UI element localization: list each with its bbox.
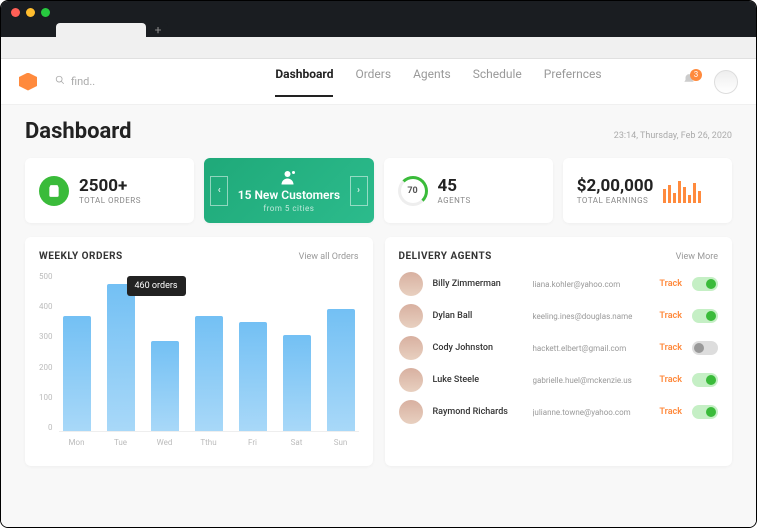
zoom-dot[interactable]	[41, 8, 50, 17]
timestamp: 23:14, Thursday, Feb 26, 2020	[614, 131, 732, 141]
nav-preferences[interactable]: Prefernces	[544, 67, 602, 97]
chart-y-axis: 5004003002001000	[39, 272, 59, 452]
view-all-orders-link[interactable]: View all Orders	[299, 252, 359, 262]
agent-toggle[interactable]	[692, 373, 718, 387]
card-agents: 70 45 AGENTS	[384, 158, 553, 223]
delivery-title: DELIVERY AGENTS	[399, 251, 492, 262]
earnings-sparkline	[663, 179, 701, 203]
search-input[interactable]: find..	[55, 75, 195, 88]
chart-bars: 460 orders MonTueWedTthuFriSatSun	[59, 272, 359, 432]
notification-badge: 3	[690, 69, 702, 81]
browser-tab[interactable]	[56, 23, 146, 37]
card-earnings: $2,00,000 TOTAL EARNINGS	[563, 158, 732, 223]
chart-bar[interactable]: Fri	[235, 322, 271, 431]
close-dot[interactable]	[11, 8, 20, 17]
earnings-value: $2,00,000	[577, 176, 654, 196]
agent-avatar[interactable]	[399, 368, 423, 392]
nav-links: Dashboard Orders Agents Schedule Prefern…	[275, 67, 601, 97]
chevron-left-icon[interactable]: ‹	[210, 176, 228, 206]
agent-email: julianne.towne@yahoo.com	[533, 408, 650, 417]
card-total-orders: 2500+ TOTAL ORDERS	[25, 158, 194, 223]
agent-name: Billy Zimmerman	[433, 279, 523, 289]
orders-value: 2500+	[79, 176, 141, 196]
agent-toggle[interactable]	[692, 277, 718, 291]
minimize-dot[interactable]	[26, 8, 35, 17]
top-nav: find.. Dashboard Orders Agents Schedule …	[1, 59, 756, 105]
agent-name: Dylan Ball	[433, 311, 523, 321]
chart-x-label: Fri	[248, 438, 257, 447]
logo-icon[interactable]	[19, 73, 37, 91]
chart-bar[interactable]: Tue	[103, 284, 139, 431]
chart-x-label: Tthu	[200, 438, 216, 447]
delivery-agents-panel: DELIVERY AGENTS View More Billy Zimmerma…	[385, 237, 733, 466]
chart-x-label: Tue	[114, 438, 127, 447]
user-avatar[interactable]	[714, 70, 738, 94]
chart-bar[interactable]: Mon	[59, 316, 95, 431]
agent-row: Billy Zimmerman liana.kohler@yahoo.com Tra…	[399, 272, 719, 296]
weekly-orders-panel: WEEKLY ORDERS View all Orders 5004003002…	[25, 237, 373, 466]
agent-email: liana.kohler@yahoo.com	[533, 280, 650, 289]
chart-x-label: Mon	[69, 438, 85, 447]
agent-avatar[interactable]	[399, 400, 423, 424]
orders-label: TOTAL ORDERS	[79, 196, 141, 205]
agent-name: Luke Steele	[433, 375, 523, 385]
customers-label: from 5 cities	[263, 204, 314, 213]
search-icon	[55, 75, 65, 88]
chart-bar[interactable]: Sun	[323, 309, 359, 431]
user-plus-icon	[280, 168, 298, 186]
agent-email: gabrielle.huel@mckenzie.us	[533, 376, 650, 385]
nav-orders[interactable]: Orders	[355, 67, 391, 97]
card-new-customers: ‹ 15 New Customers from 5 cities ›	[204, 158, 373, 223]
track-link[interactable]: Track	[659, 407, 682, 417]
weekly-title: WEEKLY ORDERS	[39, 251, 123, 262]
agent-name: Raymond Richards	[433, 407, 523, 417]
agent-row: Raymond Richards julianne.towne@yahoo.com…	[399, 400, 719, 424]
url-bar[interactable]	[1, 37, 756, 59]
search-placeholder: find..	[71, 75, 95, 88]
page-title: Dashboard	[25, 119, 132, 144]
agent-row: Cody Johnston hackett.elbert@gmail.com Tra…	[399, 336, 719, 360]
nav-dashboard[interactable]: Dashboard	[275, 67, 333, 97]
agent-toggle[interactable]	[692, 341, 718, 355]
agent-name: Cody Johnston	[433, 343, 523, 353]
chart-x-label: Wed	[157, 438, 173, 447]
track-link[interactable]: Track	[659, 311, 682, 321]
new-tab-button[interactable]: +	[148, 23, 168, 37]
chart-x-label: Sun	[334, 438, 348, 447]
agents-label: AGENTS	[438, 196, 471, 205]
chart-bar[interactable]: Wed	[147, 341, 183, 431]
nav-agents[interactable]: Agents	[413, 67, 451, 97]
view-more-link[interactable]: View More	[676, 252, 718, 262]
browser-tabs: +	[1, 23, 756, 37]
agents-ring: 70	[398, 176, 428, 206]
agent-avatar[interactable]	[399, 272, 423, 296]
earnings-label: TOTAL EARNINGS	[577, 196, 654, 205]
chevron-right-icon[interactable]: ›	[350, 176, 368, 206]
chart-bar[interactable]: Sat	[279, 335, 315, 431]
track-link[interactable]: Track	[659, 343, 682, 353]
agent-avatar[interactable]	[399, 336, 423, 360]
agent-email: keeling.ines@douglas.name	[533, 312, 650, 321]
shopping-bag-icon	[39, 176, 69, 206]
track-link[interactable]: Track	[659, 279, 682, 289]
nav-schedule[interactable]: Schedule	[473, 67, 522, 97]
agent-toggle[interactable]	[692, 405, 718, 419]
customers-value: 15 New Customers	[238, 188, 340, 202]
chart-bar[interactable]: Tthu	[191, 316, 227, 431]
agent-toggle[interactable]	[692, 309, 718, 323]
agent-row: Dylan Ball keeling.ines@douglas.name Track	[399, 304, 719, 328]
track-link[interactable]: Track	[659, 375, 682, 385]
window-titlebar	[1, 1, 756, 23]
chart-x-label: Sat	[291, 438, 303, 447]
chart-tooltip: 460 orders	[127, 276, 186, 296]
agents-value: 45	[438, 176, 471, 196]
agent-email: hackett.elbert@gmail.com	[533, 344, 650, 353]
notification-bell[interactable]: 3	[682, 73, 696, 91]
agent-avatar[interactable]	[399, 304, 423, 328]
agent-row: Luke Steele gabrielle.huel@mckenzie.us Tra…	[399, 368, 719, 392]
